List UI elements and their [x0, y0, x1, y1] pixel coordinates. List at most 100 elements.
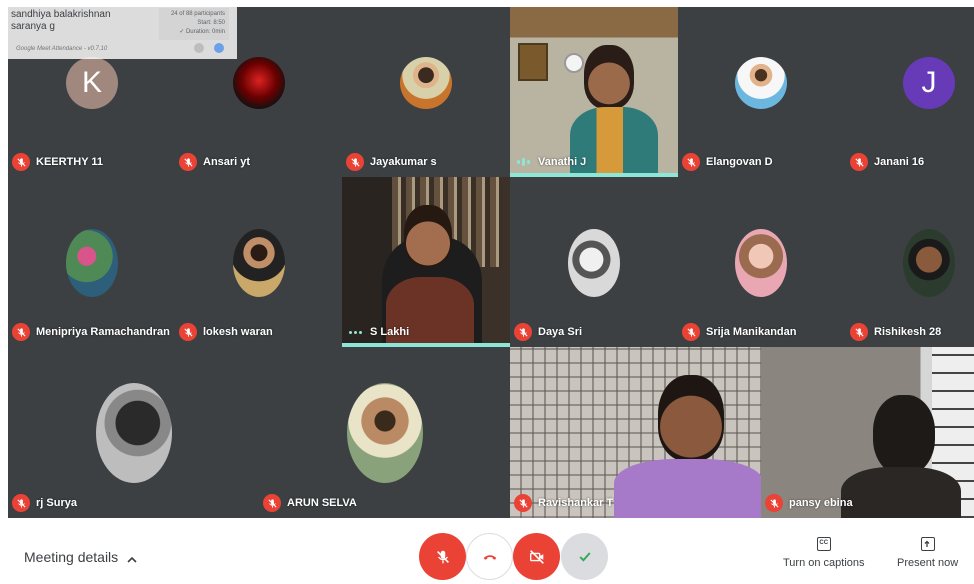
- participant-name: Ravishankar T: [538, 497, 614, 509]
- meet-window: K KEERTHY 11 Ansari yt Jayakumar s Vanat…: [0, 0, 974, 584]
- participant-tile-srija[interactable]: Srija Manikandan: [678, 177, 846, 347]
- hang-up-icon: [483, 554, 496, 560]
- avatar: [903, 229, 955, 297]
- nameplate: Jayakumar s: [346, 153, 437, 171]
- participant-name: Elangovan D: [706, 156, 773, 168]
- participant-tile-rishikesh[interactable]: Rishikesh 28: [846, 177, 974, 347]
- participant-tile-jayakumar[interactable]: Jayakumar s: [342, 7, 510, 177]
- avatar: [96, 383, 172, 483]
- person-head: [873, 395, 935, 475]
- participant-name: Daya Sri: [538, 326, 583, 338]
- nameplate: pansy ebina: [765, 494, 853, 512]
- mic-off-icon: [765, 494, 783, 512]
- attendance-name-list: sandhiya balakrishnan saranya g: [11, 9, 111, 33]
- attendance-check-button[interactable]: [561, 533, 608, 580]
- camera-feed: [342, 177, 510, 347]
- mic-off-icon: [436, 550, 449, 563]
- mic-off-icon: [514, 323, 532, 341]
- camera-toggle-button[interactable]: [513, 533, 560, 580]
- attendance-footer: Google Meet Attendance - v0.7.10: [16, 46, 108, 52]
- participant-tile-elangovan[interactable]: Elangovan D: [678, 7, 846, 177]
- participant-name: pansy ebina: [789, 497, 853, 509]
- nameplate: Ansari yt: [179, 153, 250, 171]
- participant-name: Janani 16: [874, 156, 925, 168]
- speaking-indicator-icon: [346, 323, 364, 341]
- participant-tile-rj-surya[interactable]: rj Surya: [8, 347, 259, 518]
- attendance-name: sandhiya balakrishnan: [11, 9, 111, 20]
- duration: ✓ Duration: 0min: [179, 29, 225, 35]
- mic-off-icon: [514, 494, 532, 512]
- person-head: [584, 45, 634, 109]
- avatar: [347, 383, 423, 483]
- start-time: Start: 8:50: [197, 20, 225, 26]
- wall-clock: [564, 53, 584, 73]
- attendance-stats: 24 of 88 participants Start: 8:50 ✓ Dura…: [159, 8, 229, 40]
- captions-button[interactable]: CC Turn on captions: [783, 537, 865, 569]
- mic-off-icon: [12, 494, 30, 512]
- nameplate: Daya Sri: [514, 323, 582, 341]
- mic-off-icon: [12, 323, 30, 341]
- camera-feed: [510, 347, 761, 518]
- participant-name: ARUN SELVA: [287, 497, 357, 509]
- participant-name: Vanathi J: [538, 156, 587, 168]
- mic-off-icon: [263, 494, 281, 512]
- mic-off-icon: [346, 153, 364, 171]
- participant-count: 24 of 88 participants: [170, 11, 225, 17]
- avatar: J: [903, 57, 955, 109]
- participant-name: S Lakhi: [370, 326, 410, 338]
- avatar: [735, 57, 787, 109]
- participant-name: KEERTHY 11: [36, 156, 104, 168]
- chevron-up-icon: [126, 552, 138, 563]
- participant-tile-lokesh[interactable]: lokesh waran: [175, 177, 342, 347]
- avatar: K: [66, 57, 118, 109]
- nameplate: Rishikesh 28: [850, 323, 941, 341]
- participant-tile-ravishankar[interactable]: Ravishankar T: [510, 347, 761, 518]
- leave-call-button[interactable]: [466, 533, 513, 580]
- participant-tile-arun-selva[interactable]: ARUN SELVA: [259, 347, 510, 518]
- closed-captions-icon: CC: [816, 537, 831, 551]
- settings-icon[interactable]: [194, 43, 204, 53]
- person-head: [658, 375, 724, 461]
- mic-toggle-button[interactable]: [419, 533, 466, 580]
- participant-name: Srija Manikandan: [706, 326, 797, 338]
- avatar: [735, 229, 787, 297]
- avatar: [233, 57, 285, 109]
- mic-off-icon: [850, 323, 868, 341]
- bottom-control-bar: Meeting details CC Turn on captions Pres…: [0, 518, 974, 584]
- avatar: [400, 57, 452, 109]
- nameplate: lokesh waran: [179, 323, 273, 341]
- nameplate: Vanathi J: [514, 153, 586, 171]
- help-icon[interactable]: [214, 43, 224, 53]
- participant-name: Ansari yt: [203, 156, 251, 168]
- participant-grid: K KEERTHY 11 Ansari yt Jayakumar s Vanat…: [8, 7, 974, 518]
- person-body: [614, 459, 761, 518]
- speaking-indicator-icon: [514, 153, 532, 171]
- meeting-details-button[interactable]: Meeting details: [24, 549, 138, 565]
- participant-tile-pansy[interactable]: pansy ebina: [761, 347, 974, 518]
- nameplate: Ravishankar T: [514, 494, 613, 512]
- participant-tile-menipriya[interactable]: Menipriya Ramachandran: [8, 177, 175, 347]
- participant-tile-vanathi[interactable]: Vanathi J: [510, 7, 678, 177]
- nameplate: ARUN SELVA: [263, 494, 357, 512]
- attendance-name: saranya g: [11, 21, 55, 32]
- avatar: [233, 229, 285, 297]
- camera-off-icon: [529, 549, 544, 564]
- nameplate: Menipriya Ramachandran: [12, 323, 170, 341]
- checkmark-icon: [579, 551, 591, 562]
- mic-off-icon: [179, 153, 197, 171]
- participant-tile-daya-sri[interactable]: Daya Sri: [510, 177, 678, 347]
- mic-off-icon: [179, 323, 197, 341]
- mic-off-icon: [12, 153, 30, 171]
- participant-name: Menipriya Ramachandran: [36, 326, 170, 338]
- participant-tile-janani[interactable]: J Janani 16: [846, 7, 974, 177]
- nameplate: KEERTHY 11: [12, 153, 103, 171]
- present-now-label: Present now: [897, 557, 959, 569]
- avatar: [66, 229, 118, 297]
- present-now-button[interactable]: Present now: [897, 537, 958, 569]
- attendance-panel[interactable]: sandhiya balakrishnan saranya g 24 of 88…: [8, 7, 237, 59]
- avatar-letter: J: [921, 66, 937, 99]
- participant-tile-s-lakhi[interactable]: S Lakhi: [342, 177, 510, 347]
- camera-feed: [510, 7, 678, 177]
- nameplate: Srija Manikandan: [682, 323, 796, 341]
- captions-label: Turn on captions: [783, 557, 865, 569]
